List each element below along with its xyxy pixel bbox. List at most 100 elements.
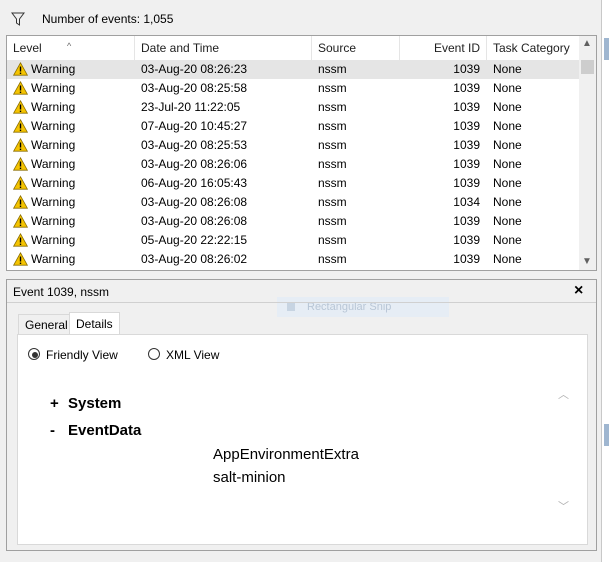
cell-level: Warning [31, 62, 76, 76]
details-divider [7, 302, 596, 303]
event-data-value: AppEnvironmentExtra [213, 446, 359, 463]
scroll-down-icon[interactable]: ﹀ [558, 498, 569, 514]
warning-icon [13, 195, 28, 209]
snip-icon [287, 303, 295, 311]
collapse-icon[interactable]: - [50, 422, 68, 439]
cell-level: Warning [31, 157, 76, 171]
cell-task: None [493, 100, 522, 114]
table-row[interactable]: Warning 03-Aug-20 08:26:08 nssm 1034 None [7, 193, 579, 212]
event-viewer-pane: Number of events: 1,055 Level ^ Date and… [0, 0, 601, 562]
snip-overlay-hint: Rectangular Snip [277, 297, 449, 317]
cell-source: nssm [318, 252, 347, 266]
column-header-source[interactable]: Source [312, 36, 400, 60]
table-row[interactable]: Warning 06-Aug-20 16:05:43 nssm 1039 None [7, 174, 579, 193]
close-details-button[interactable]: × [574, 282, 583, 300]
tab-details[interactable]: Details [69, 312, 120, 334]
cell-level: Warning [31, 195, 76, 209]
column-header-event-id[interactable]: Event ID [400, 36, 487, 60]
cell-event-id: 1039 [453, 81, 480, 95]
cell-source: nssm [318, 214, 347, 228]
cell-level: Warning [31, 100, 76, 114]
event-details-panel: Event 1039, nssm Rectangular Snip × Gene… [6, 279, 597, 551]
table-row[interactable]: Warning 03-Aug-20 08:26:08 nssm 1039 None [7, 212, 579, 231]
filter-icon[interactable] [11, 12, 25, 26]
cell-level: Warning [31, 138, 76, 152]
table-row[interactable]: Warning 03-Aug-20 08:26:06 nssm 1039 None [7, 155, 579, 174]
column-header-level[interactable]: Level ^ [7, 36, 135, 60]
expand-icon[interactable]: + [50, 395, 68, 412]
column-header-task-category[interactable]: Task Category [487, 36, 579, 60]
cell-datetime: 03-Aug-20 08:25:58 [141, 81, 248, 95]
table-row[interactable]: Warning 03-Aug-20 08:25:58 nssm 1039 None [7, 79, 579, 98]
cell-task: None [493, 62, 522, 76]
cell-task: None [493, 81, 522, 95]
cell-task: None [493, 119, 522, 133]
table-row[interactable]: Warning 07-Aug-20 10:45:27 nssm 1039 None [7, 117, 579, 136]
cell-task: None [493, 138, 522, 152]
xml-view-radio[interactable]: XML View [148, 347, 238, 363]
warning-icon [13, 157, 28, 171]
column-header-label: Source [318, 41, 357, 55]
warning-icon [13, 214, 28, 228]
table-row[interactable]: Warning 03-Aug-20 08:25:53 nssm 1039 None [7, 136, 579, 155]
details-tab-panel: Friendly View XML View + System - EventDat… [17, 334, 588, 545]
edge-highlight [604, 38, 609, 60]
table-row[interactable]: Warning 03-Aug-20 08:26:02 nssm 1039 None [7, 250, 579, 269]
cell-event-id: 1039 [453, 233, 480, 247]
warning-icon [13, 138, 28, 152]
friendly-view-radio[interactable]: Friendly View [28, 347, 138, 363]
scroll-up-icon[interactable]: ︿ [558, 386, 569, 402]
cell-source: nssm [318, 81, 347, 95]
sort-ascending-icon: ^ [67, 41, 72, 51]
column-header-label: Level [13, 41, 42, 55]
cell-datetime: 03-Aug-20 08:26:06 [141, 157, 248, 171]
cell-source: nssm [318, 157, 347, 171]
cell-event-id: 1039 [453, 157, 480, 171]
table-row[interactable]: Warning 03-Aug-20 08:26:23 nssm 1039 None [7, 60, 579, 79]
cell-source: nssm [318, 62, 347, 76]
cell-datetime: 03-Aug-20 08:26:08 [141, 214, 248, 228]
cell-datetime: 05-Aug-20 22:22:15 [141, 233, 248, 247]
warning-icon [13, 252, 28, 266]
edge-highlight [604, 424, 609, 446]
window-edge [601, 0, 609, 562]
cell-level: Warning [31, 214, 76, 228]
cell-task: None [493, 195, 522, 209]
grid-vertical-scrollbar[interactable]: ▲ ▼ [579, 36, 596, 270]
radio-selected-icon [28, 348, 40, 360]
cell-event-id: 1039 [453, 62, 480, 76]
tab-label: General [25, 318, 68, 332]
scroll-down-icon[interactable]: ▼ [582, 256, 592, 267]
cell-event-id: 1034 [453, 195, 480, 209]
events-toolbar: Number of events: 1,055 [0, 6, 601, 32]
cell-source: nssm [318, 176, 347, 190]
tab-general[interactable]: General [18, 314, 70, 334]
cell-event-id: 1039 [453, 214, 480, 228]
cell-source: nssm [318, 195, 347, 209]
cell-datetime: 03-Aug-20 08:26:23 [141, 62, 248, 76]
warning-icon [13, 81, 28, 95]
scroll-up-icon[interactable]: ▲ [582, 38, 592, 49]
events-grid[interactable]: Level ^ Date and Time Source Event ID Ta… [6, 35, 597, 271]
cell-level: Warning [31, 233, 76, 247]
cell-task: None [493, 233, 522, 247]
cell-task: None [493, 157, 522, 171]
column-header-label: Date and Time [141, 41, 220, 55]
table-row[interactable]: Warning 23-Jul-20 11:22:05 nssm 1039 None [7, 98, 579, 117]
cell-event-id: 1039 [453, 100, 480, 114]
column-header-datetime[interactable]: Date and Time [135, 36, 312, 60]
cell-datetime: 06-Aug-20 16:05:43 [141, 176, 248, 190]
cell-level: Warning [31, 119, 76, 133]
cell-datetime: 07-Aug-20 10:45:27 [141, 119, 248, 133]
grid-header: Level ^ Date and Time Source Event ID Ta… [7, 36, 579, 61]
details-vertical-scrollbar[interactable]: ︿ ﹀ [556, 374, 572, 529]
tree-node-eventdata[interactable]: - EventData [50, 422, 141, 439]
tree-node-system[interactable]: + System [50, 395, 121, 412]
column-header-label: Event ID [433, 41, 480, 55]
scroll-thumb[interactable] [581, 60, 594, 74]
table-row[interactable]: Warning 05-Aug-20 22:22:15 nssm 1039 None [7, 231, 579, 250]
cell-level: Warning [31, 176, 76, 190]
warning-icon [13, 62, 28, 76]
friendly-view-label: Friendly View [46, 348, 118, 362]
radio-unselected-icon [148, 348, 160, 360]
